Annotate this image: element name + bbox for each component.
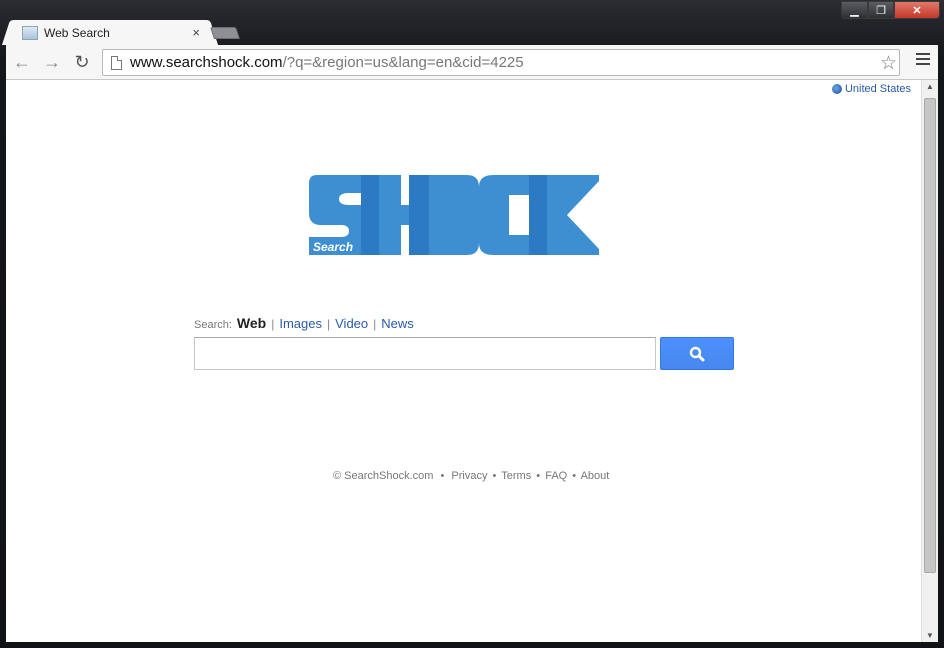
bullet: • — [492, 470, 497, 482]
tab-close-button[interactable]: × — [192, 25, 200, 40]
window-controls: ▁ ❐ ✕ — [841, 1, 940, 19]
url-host: www.searchshock.com — [130, 54, 283, 71]
scroll-down-icon[interactable]: ▼ — [926, 631, 934, 640]
tab-web[interactable]: Web — [237, 315, 266, 331]
footer-link-privacy[interactable]: Privacy — [451, 470, 487, 482]
separator: | — [373, 317, 377, 331]
bullet: • — [440, 470, 445, 482]
globe-icon — [831, 84, 842, 94]
footer-link-terms[interactable]: Terms — [501, 470, 531, 482]
scroll-thumb[interactable] — [924, 98, 936, 573]
close-window-button[interactable]: ✕ — [894, 1, 940, 19]
region-selector[interactable]: United States — [831, 83, 911, 95]
logo-overlap-2 — [409, 175, 429, 255]
page-icon — [111, 55, 122, 70]
bookmark-star-icon[interactable]: ☆ — [880, 52, 897, 75]
footer-link-about[interactable]: About — [581, 470, 610, 482]
footer-link-faq[interactable]: FAQ — [545, 470, 567, 482]
browser-toolbar: ← → ↻ www.searchshock.com/?q=&region=us&… — [6, 45, 938, 80]
copyright: © SearchShock.com — [333, 470, 434, 482]
search-input[interactable] — [194, 337, 656, 370]
minimize-button[interactable]: ▁ — [841, 1, 868, 19]
address-bar[interactable]: www.searchshock.com/?q=&region=us&lang=e… — [102, 49, 900, 76]
tab-images[interactable]: Images — [279, 316, 322, 331]
new-tab-button[interactable] — [210, 27, 240, 39]
tab-title: Web Search — [44, 25, 110, 40]
footer: © SearchShock.com • Privacy • Terms • FA… — [333, 470, 609, 482]
search-type-nav: Search: Web | Images | Video | News — [194, 315, 414, 331]
logo-overlap-3 — [529, 175, 547, 255]
bullet: • — [536, 470, 541, 482]
url-text: www.searchshock.com/?q=&region=us&lang=e… — [130, 54, 524, 71]
separator: | — [271, 317, 275, 331]
logo-letter-k — [547, 175, 599, 255]
separator: | — [327, 317, 331, 331]
region-label: United States — [844, 83, 911, 95]
forward-button[interactable]: → — [38, 48, 66, 76]
page-viewport: United States Search Search: Web | Image… — [6, 80, 938, 642]
browser-tab[interactable]: Web Search × — [12, 20, 208, 45]
back-button[interactable]: ← — [8, 48, 36, 76]
browser-window: ▁ ❐ ✕ Web Search × ← → ↻ www.searchshock… — [0, 0, 944, 648]
search-icon — [689, 346, 705, 361]
menu-icon[interactable] — [916, 53, 930, 67]
search-label: Search: — [194, 319, 232, 331]
logo-letter-o — [429, 175, 479, 255]
search-button[interactable] — [660, 337, 734, 370]
scroll-up-icon[interactable]: ▲ — [926, 82, 934, 91]
logo-search-word: Search — [313, 240, 354, 254]
maximize-button[interactable]: ❐ — [868, 1, 894, 19]
url-path: /?q=&region=us&lang=en&cid=4225 — [282, 54, 524, 71]
vertical-scrollbar[interactable]: ▲ ▼ — [921, 80, 938, 642]
reload-button[interactable]: ↻ — [68, 48, 96, 76]
tab-video[interactable]: Video — [335, 316, 368, 331]
favicon-icon — [22, 25, 38, 40]
bullet: • — [572, 470, 577, 482]
logo-overlap-1 — [361, 175, 379, 255]
tab-news[interactable]: News — [381, 316, 414, 331]
